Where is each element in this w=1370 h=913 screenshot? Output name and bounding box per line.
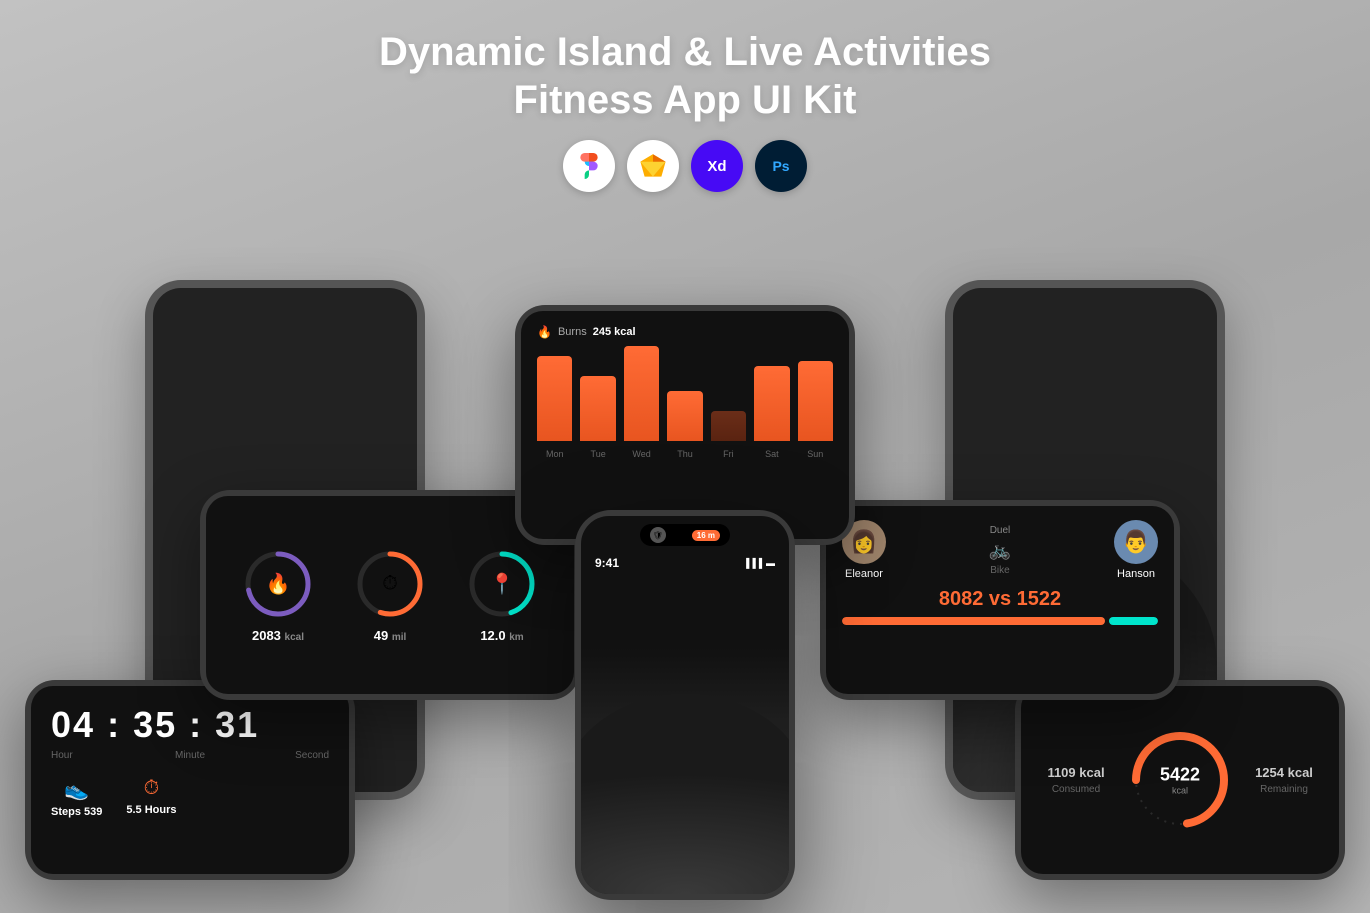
- hours-label: 5.5 Hours: [126, 804, 176, 816]
- page-title: Dynamic Island & Live Activities Fitness…: [0, 28, 1370, 124]
- wave-shape: [581, 694, 789, 894]
- mil-value: 49 mil: [374, 628, 407, 643]
- steps-stat: 👟 Steps 539: [51, 777, 102, 818]
- bar-label-fri: Fri: [723, 449, 734, 459]
- steps-icon: 👟: [64, 777, 89, 802]
- status-icons: ▐▐▐ ▬: [743, 558, 775, 568]
- eleanor-name: Eleanor: [845, 568, 883, 580]
- duel-activity: Bike: [990, 565, 1009, 576]
- minute-label: Minute: [144, 750, 237, 761]
- duel-progress-bars: [842, 617, 1158, 625]
- avatar-hanson: 👨: [1114, 520, 1158, 564]
- phone-timer: 04 : 35 : 31 Hour Minute Second 👟 Steps …: [25, 680, 355, 880]
- duel-type: 🚲: [989, 540, 1011, 561]
- metric-kcal: 🔥 2083 kcal: [242, 548, 314, 643]
- bar-fill-sat: [754, 366, 789, 441]
- bar-sun: Sun: [798, 361, 833, 459]
- duel-bar-player1: [842, 617, 1105, 625]
- mil-ring: ⏱: [354, 548, 426, 620]
- header: Dynamic Island & Live Activities Fitness…: [0, 0, 1370, 192]
- duel-avatar-hanson: 👨 Hanson: [1114, 520, 1158, 580]
- remaining-stat: 1254 kcal Remaining: [1245, 765, 1323, 795]
- bar-fill-sun: [798, 361, 833, 441]
- clock-icon: ⏱: [144, 777, 160, 800]
- bar-label-mon: Mon: [546, 449, 564, 459]
- bar-label-sun: Sun: [807, 449, 823, 459]
- bar-label-sat: Sat: [765, 449, 779, 459]
- bar-fill-tue: [580, 376, 615, 441]
- consumed-value: 1109 kcal: [1047, 765, 1104, 780]
- duel-header: 👩 Eleanor Duel 🚲 Bike 👨 Hanson: [842, 520, 1158, 580]
- mil-icon: ⏱: [382, 572, 398, 595]
- timer-labels: Hour Minute Second: [51, 750, 329, 761]
- dynamic-island[interactable]: 🛡 16 m: [640, 524, 730, 546]
- kcal-value: 2083 kcal: [252, 628, 304, 643]
- phone-center-full: 🛡 16 m 9:41 ▐▐▐ ▬: [575, 510, 795, 900]
- di-badge: 16 m: [692, 530, 720, 541]
- bar-fri: Fri: [711, 411, 746, 459]
- consumed-stat: 1109 kcal Consumed: [1037, 765, 1115, 795]
- hanson-name: Hanson: [1117, 568, 1155, 580]
- duel-label: Duel: [990, 525, 1011, 536]
- tool-icons-row: Xd Ps: [0, 140, 1370, 192]
- steps-label: Steps 539: [51, 806, 102, 818]
- bar-wed: Wed: [624, 346, 659, 459]
- battery-icon: ▬: [766, 558, 775, 568]
- bar-fill-thu: [667, 391, 702, 441]
- bar-fill-wed: [624, 346, 659, 441]
- ps-icon[interactable]: Ps: [755, 140, 807, 192]
- burns-value: 245 kcal: [593, 326, 636, 338]
- bar-fill-mon: [537, 356, 572, 441]
- timer-hours: 04: [51, 704, 95, 745]
- metric-mil: ⏱ 49 mil: [354, 548, 426, 643]
- phone-wave-bg: [581, 648, 789, 894]
- page-content: Dynamic Island & Live Activities Fitness…: [0, 0, 1370, 913]
- big-ring-unit: kcal: [1160, 786, 1200, 796]
- big-kcal-ring: 5422 kcal: [1125, 725, 1235, 835]
- timer-seconds: 31: [215, 704, 259, 745]
- second-label: Second: [236, 750, 329, 761]
- status-time: 9:41: [595, 556, 619, 570]
- bar-thu: Thu: [667, 391, 702, 459]
- metric-km: 📍 12.0 km: [466, 548, 538, 643]
- hour-label: Hour: [51, 750, 144, 761]
- bar-tue: Tue: [580, 376, 615, 459]
- chart-bars: Mon Tue Wed Thu: [537, 349, 833, 459]
- km-icon: 📍: [490, 571, 515, 596]
- big-ring-center: 5422 kcal: [1160, 765, 1200, 796]
- duel-score: 8082 vs 1522: [842, 588, 1158, 611]
- km-ring: 📍: [466, 548, 538, 620]
- figma-icon[interactable]: [563, 140, 615, 192]
- timer-display: 04 : 35 : 31: [51, 704, 329, 746]
- bar-mon: Mon: [537, 356, 572, 459]
- phone-duel: 👩 Eleanor Duel 🚲 Bike 👨 Hanson 8082 vs 1…: [820, 500, 1180, 700]
- hours-stat: ⏱ 5.5 Hours: [126, 777, 176, 818]
- phone-kcal-ring: 1109 kcal Consumed 5422 kcal 1254 kcal R…: [1015, 680, 1345, 880]
- bar-fill-fri: [711, 411, 746, 441]
- timer-stats: 👟 Steps 539 ⏱ 5.5 Hours: [51, 777, 329, 818]
- remaining-value: 1254 kcal: [1255, 765, 1313, 780]
- kcal-ring: 🔥: [242, 548, 314, 620]
- consumed-label: Consumed: [1052, 784, 1100, 795]
- status-bar: 9:41 ▐▐▐ ▬: [581, 546, 789, 570]
- signal-icon: ▐▐▐: [743, 558, 762, 568]
- bar-label-wed: Wed: [632, 449, 650, 459]
- big-ring-value: 5422: [1160, 765, 1200, 786]
- timer-minutes: 35: [133, 704, 177, 745]
- di-shield-icon: 🛡: [650, 527, 666, 543]
- kcal-icon: 🔥: [266, 571, 291, 596]
- duel-bar-player2: [1109, 617, 1158, 625]
- bar-label-tue: Tue: [591, 449, 606, 459]
- km-value: 12.0 km: [480, 628, 523, 643]
- bar-label-thu: Thu: [677, 449, 693, 459]
- phone-burns-chart: 🔥 Burns 245 kcal Mon Tue Wed: [515, 305, 855, 545]
- burns-header: 🔥 Burns 245 kcal: [537, 325, 833, 339]
- remaining-label: Remaining: [1260, 784, 1308, 795]
- burns-label: Burns: [558, 326, 587, 338]
- xd-icon[interactable]: Xd: [691, 140, 743, 192]
- bar-sat: Sat: [754, 366, 789, 459]
- sketch-icon[interactable]: [627, 140, 679, 192]
- duel-center: Duel 🚲 Bike: [989, 525, 1011, 576]
